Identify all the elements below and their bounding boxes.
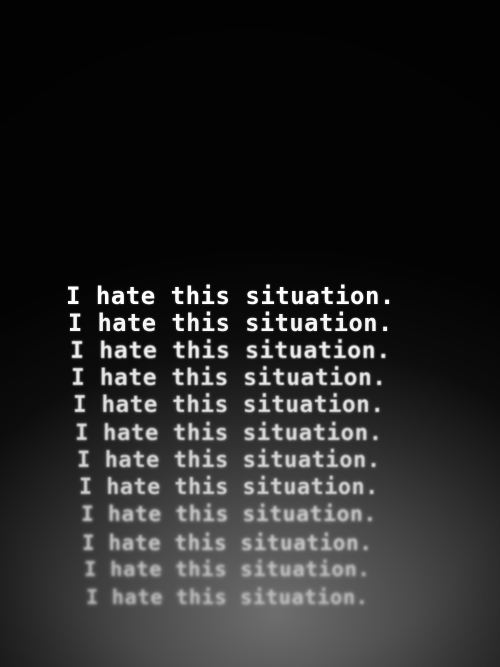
text-line: I hate this situation. <box>68 309 393 337</box>
monitor-screen: I hate this situation. I hate this situa… <box>0 0 500 667</box>
text-line: I hate this situation. <box>86 585 369 609</box>
text-line: I hate this situation. <box>66 282 395 310</box>
text-line: I hate this situation. <box>79 475 379 500</box>
text-line: I hate this situation. <box>71 365 387 391</box>
text-line: I hate this situation. <box>84 557 371 581</box>
text-line: I hate this situation. <box>77 447 381 473</box>
text-line: I hate this situation. <box>82 530 373 555</box>
text-line: I hate this situation. <box>81 502 377 527</box>
text-line: I hate this situation. <box>70 336 391 364</box>
text-line: I hate this situation. <box>73 392 385 418</box>
text-line: I hate this situation. <box>75 420 383 446</box>
